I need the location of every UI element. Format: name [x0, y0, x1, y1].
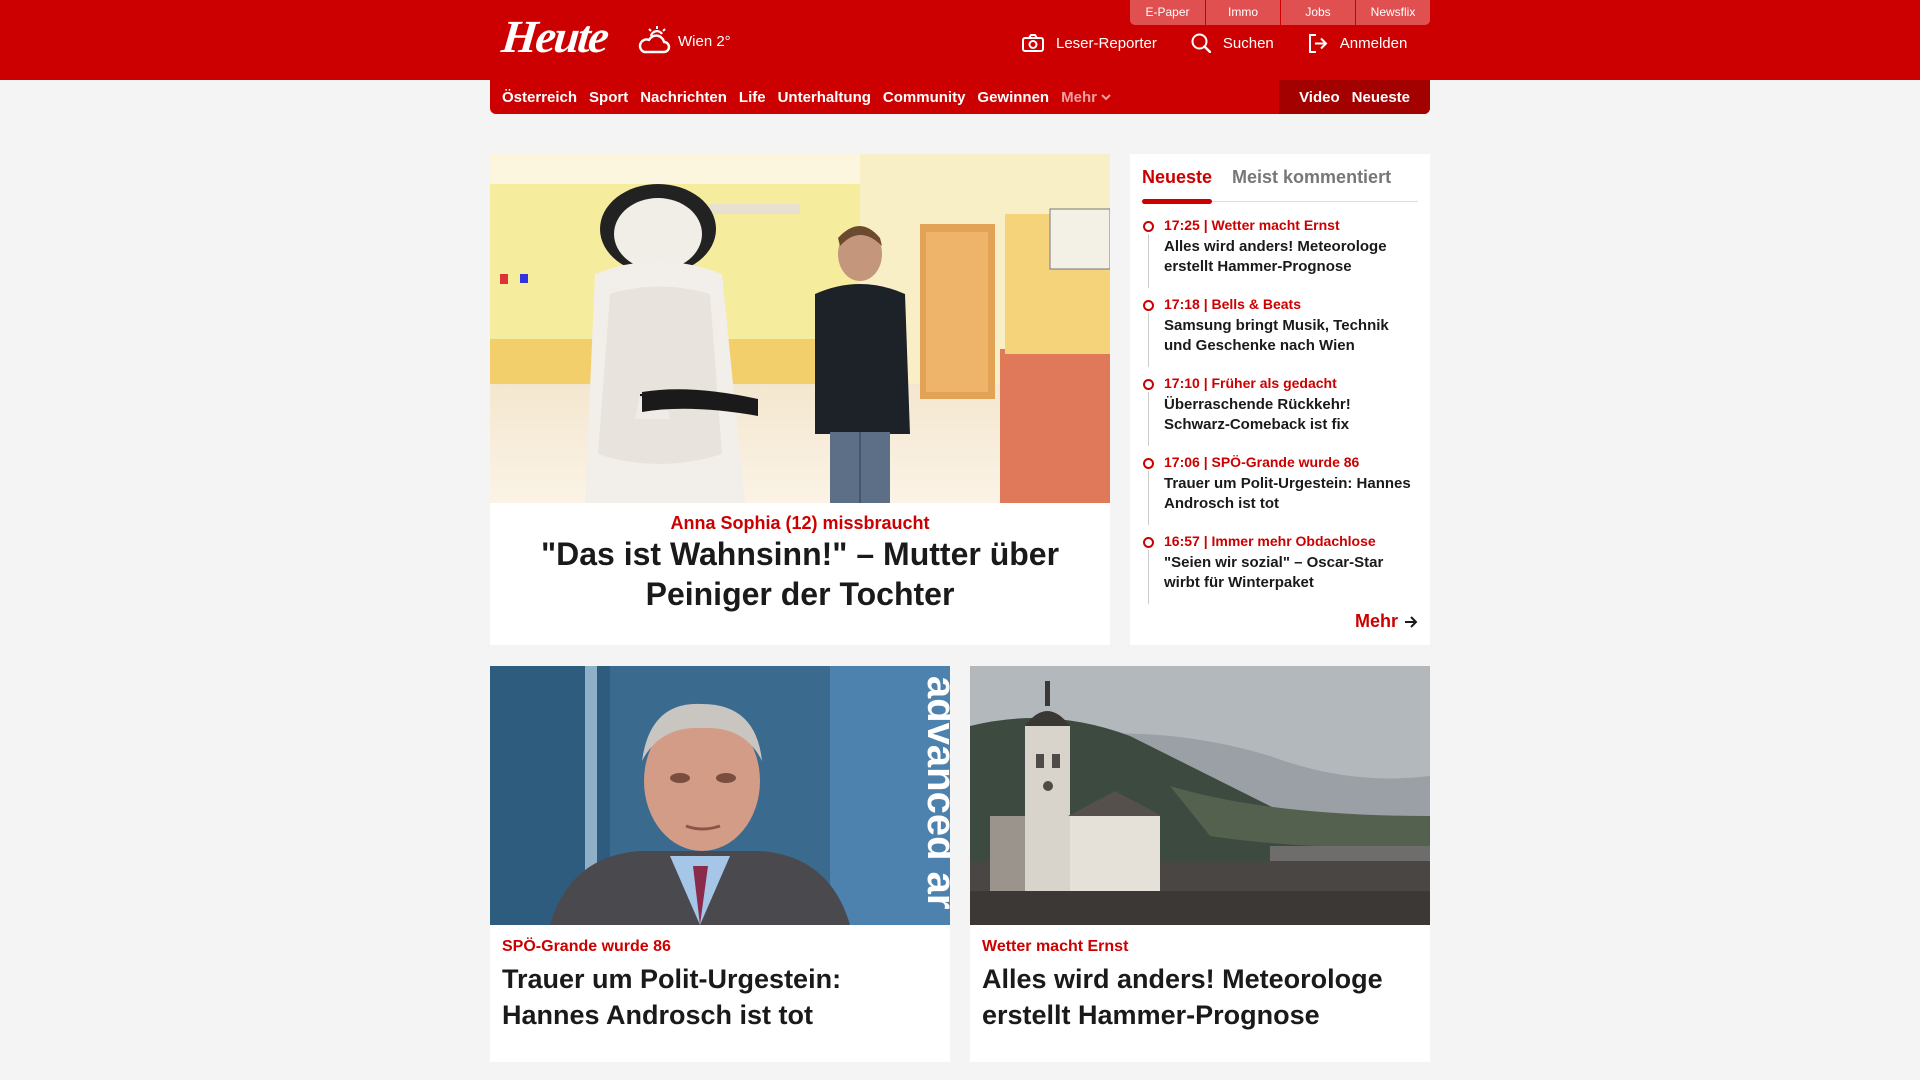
login-icon	[1308, 33, 1328, 53]
quicklink-jobs[interactable]: Jobs	[1280, 0, 1355, 25]
timeline-line	[1148, 550, 1149, 604]
top-bar: E-Paper Immo Jobs Newsflix Heute Wien 2°…	[0, 0, 1920, 80]
article-kicker[interactable]: Wetter macht Ernst	[982, 938, 1128, 956]
timeline-line	[1148, 392, 1149, 446]
camera-icon	[1022, 34, 1044, 52]
weather-label: Wien 2°	[678, 32, 731, 50]
nav-items: Österreich Sport Nachrichten Life Unterh…	[490, 89, 1279, 106]
tab-neueste[interactable]: Neueste	[1142, 162, 1213, 204]
timeline-dot-icon	[1143, 379, 1154, 390]
timeline-item[interactable]: 16:57 | Immer mehr Obdachlose "Seien wir…	[1142, 532, 1418, 611]
timeline-title[interactable]: Überraschende Rückkehr! Schwarz-Comeback…	[1164, 395, 1418, 435]
timeline-meta: 17:18 | Bells & Beats	[1164, 296, 1301, 312]
sidebar-more-label: Mehr	[1354, 611, 1398, 631]
nav-more-label: Mehr	[1061, 88, 1097, 106]
quicklink-epaper[interactable]: E-Paper	[1130, 0, 1205, 25]
nav-right: Video Neueste	[1279, 80, 1430, 114]
hero-article[interactable]: Anna Sophia (12) missbraucht "Das ist Wa…	[490, 154, 1110, 645]
sidebar-tabs: Neueste Meist kommentiert	[1142, 162, 1418, 204]
site-logo[interactable]: Heute	[499, 11, 609, 62]
article-title[interactable]: Trauer um Polit-Urgestein: Hannes Andros…	[502, 961, 932, 1033]
timeline-meta: 17:06 | SPÖ-Grande wurde 86	[1164, 454, 1360, 470]
nav-more-dropdown[interactable]: Mehr	[1061, 89, 1111, 106]
search-button[interactable]: Suchen	[1191, 33, 1274, 53]
nav-item-neueste[interactable]: Neueste	[1352, 89, 1410, 106]
backdrop-text: advanced ar	[919, 676, 950, 909]
chevron-down-icon	[1101, 93, 1111, 100]
nav-item-community[interactable]: Community	[883, 89, 966, 106]
timeline-line	[1148, 471, 1149, 525]
timeline-meta: 17:25 | Wetter macht Ernst	[1164, 217, 1340, 233]
hero-kicker[interactable]: Anna Sophia (12) missbraucht	[490, 513, 1110, 534]
article-kicker[interactable]: SPÖ-Grande wurde 86	[502, 938, 671, 956]
news-timeline: 17:25 | Wetter macht Ernst Alles wird an…	[1142, 216, 1418, 611]
article-card[interactable]: advanced ar SPÖ-Grande wurde 86 Trauer u…	[490, 666, 950, 1062]
quick-links: E-Paper Immo Jobs Newsflix	[1130, 0, 1430, 25]
nav-item-unterhaltung[interactable]: Unterhaltung	[778, 89, 871, 106]
timeline-dot-icon	[1143, 537, 1154, 548]
timeline-title[interactable]: "Seien wir sozial" – Oscar-Star wirbt fü…	[1164, 553, 1418, 593]
hero-title[interactable]: "Das ist Wahnsinn!" – Mutter über Peinig…	[530, 534, 1070, 614]
nav-item-sport[interactable]: Sport	[589, 89, 628, 106]
article-card[interactable]: Wetter macht Ernst Alles wird anders! Me…	[970, 666, 1430, 1062]
hero-image[interactable]	[490, 154, 1110, 503]
weather-widget[interactable]: Wien 2°	[638, 26, 731, 56]
tab-meist-kommentiert[interactable]: Meist kommentiert	[1232, 162, 1391, 201]
sidebar-more-link[interactable]: Mehr	[1355, 611, 1418, 632]
login-button[interactable]: Anmelden	[1308, 33, 1408, 53]
nav-item-oesterreich[interactable]: Österreich	[502, 89, 577, 106]
quicklink-immo[interactable]: Immo	[1205, 0, 1280, 25]
header-actions: Leser-Reporter Suchen Anmelden	[1022, 33, 1407, 53]
nav-item-gewinnen[interactable]: Gewinnen	[977, 89, 1049, 106]
timeline-title[interactable]: Samsung bringt Musik, Technik und Gesche…	[1164, 316, 1418, 356]
timeline-line	[1148, 313, 1149, 367]
cloud-sun-icon	[638, 26, 671, 54]
quicklink-newsflix[interactable]: Newsflix	[1355, 0, 1430, 25]
timeline-meta: 17:10 | Früher als gedacht	[1164, 375, 1337, 391]
login-label: Anmelden	[1339, 34, 1408, 52]
nav-item-nachrichten[interactable]: Nachrichten	[640, 89, 727, 106]
article-image[interactable]: advanced ar	[490, 666, 950, 925]
nav-item-life[interactable]: Life	[739, 89, 766, 106]
timeline-item[interactable]: 17:18 | Bells & Beats Samsung bringt Mus…	[1142, 295, 1418, 374]
timeline-item[interactable]: 17:10 | Früher als gedacht Überraschende…	[1142, 374, 1418, 453]
leser-reporter-button[interactable]: Leser-Reporter	[1022, 34, 1157, 52]
search-icon	[1191, 33, 1211, 53]
timeline-line	[1148, 234, 1149, 288]
timeline-dot-icon	[1143, 300, 1154, 311]
nav-item-video[interactable]: Video	[1299, 89, 1340, 106]
search-label: Suchen	[1222, 34, 1274, 52]
timeline-meta: 16:57 | Immer mehr Obdachlose	[1164, 533, 1376, 549]
timeline-title[interactable]: Trauer um Polit-Urgestein: Hannes Andros…	[1164, 474, 1418, 514]
timeline-title[interactable]: Alles wird anders! Meteorologe erstellt …	[1164, 237, 1418, 277]
timeline-item[interactable]: 17:06 | SPÖ-Grande wurde 86 Trauer um Po…	[1142, 453, 1418, 532]
timeline-dot-icon	[1143, 221, 1154, 232]
arrow-right-icon	[1405, 615, 1418, 628]
timeline-dot-icon	[1143, 458, 1154, 469]
timeline-item[interactable]: 17:25 | Wetter macht Ernst Alles wird an…	[1142, 216, 1418, 295]
leser-reporter-label: Leser-Reporter	[1056, 34, 1157, 52]
latest-news-sidebar: Neueste Meist kommentiert 17:25 | Wetter…	[1130, 154, 1430, 645]
article-image[interactable]	[970, 666, 1430, 925]
main-nav: Österreich Sport Nachrichten Life Unterh…	[490, 80, 1430, 114]
article-title[interactable]: Alles wird anders! Meteorologe erstellt …	[982, 961, 1412, 1033]
